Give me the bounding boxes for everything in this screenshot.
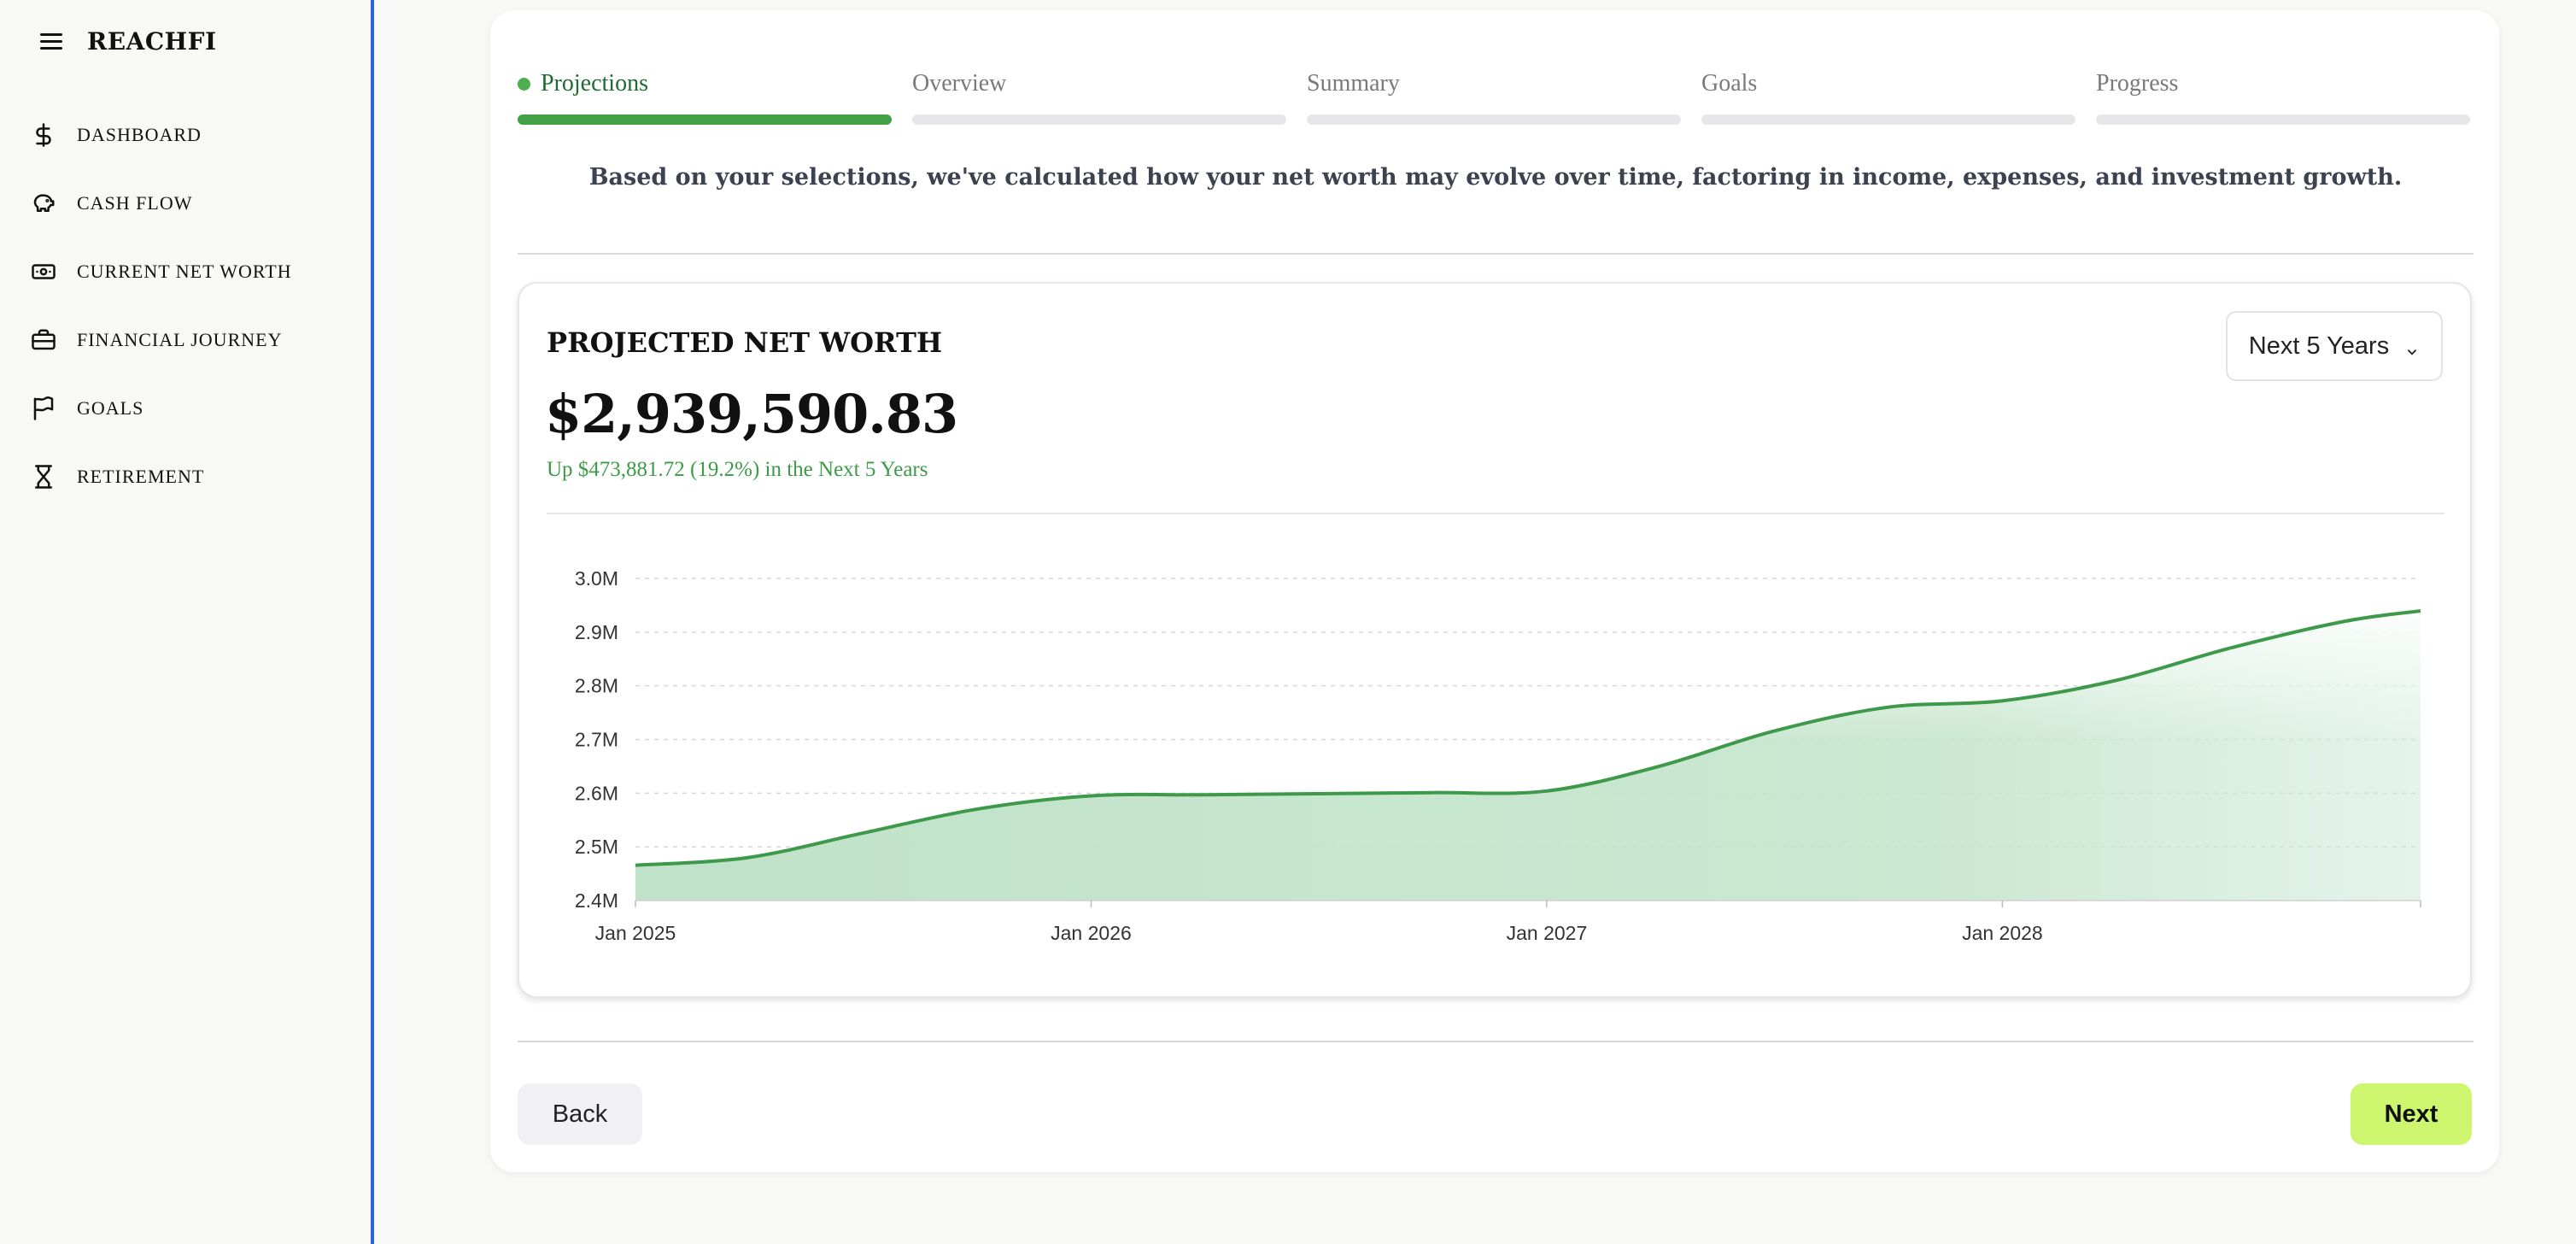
step-projections[interactable]: Projections <box>518 60 892 125</box>
back-button[interactable]: Back <box>518 1083 642 1145</box>
briefcase-icon <box>29 326 58 355</box>
net-worth-chart: 2.4M 2.5M 2.6M 2.7M 2.8M 2.9M 3.0M Jan 2025 Jan … <box>575 567 2421 944</box>
active-dot-icon <box>518 77 530 91</box>
x-tick-label: Jan 2026 <box>1051 922 1132 944</box>
area-fade <box>635 610 2421 901</box>
sidebar-item-label: RETIREMENT <box>77 466 205 487</box>
step-label: Progress <box>2096 70 2179 97</box>
description-text: Based on your selections, we've calculat… <box>588 164 2403 191</box>
step-label: Goals <box>1701 70 1758 97</box>
brand: REACHFI <box>38 24 217 58</box>
step-goals[interactable]: Goals <box>1701 60 2075 125</box>
step-bar <box>518 114 892 125</box>
progress-steps: Projections Overview Summary Goals Progr… <box>518 60 2474 125</box>
divider <box>518 1041 2474 1042</box>
step-summary[interactable]: Summary <box>1307 60 1681 125</box>
y-tick-label: 2.5M <box>575 836 618 858</box>
y-tick-label: 2.7M <box>575 729 618 751</box>
main-card: Projections Overview Summary Goals Progr… <box>490 10 2499 1172</box>
y-tick-label: 2.6M <box>575 782 618 804</box>
piggy-bank-icon <box>29 189 58 218</box>
projected-value: $2,939,590.83 <box>545 383 958 445</box>
dollar-icon <box>29 120 58 150</box>
sidebar-item-goals[interactable]: GOALS <box>29 374 354 443</box>
next-button[interactable]: Next <box>2351 1083 2472 1145</box>
projection-change: Up $473,881.72 (19.2%) in the Next 5 Yea… <box>547 458 928 481</box>
y-tick-label: 2.8M <box>575 675 618 697</box>
sidebar-item-label: CASH FLOW <box>77 192 193 214</box>
sidebar-item-cash-flow[interactable]: CASH FLOW <box>29 169 354 238</box>
sidebar-item-retirement[interactable]: RETIREMENT <box>29 443 354 511</box>
sidebar-item-label: CURRENT NET WORTH <box>77 261 292 282</box>
divider <box>518 253 2474 255</box>
projection-title: PROJECTED NET WORTH <box>547 326 943 359</box>
step-label: Summary <box>1307 70 1400 97</box>
sidebar: REACHFI DASHBOARD CASH FLOW CURRENT NET … <box>0 0 374 1244</box>
step-overview[interactable]: Overview <box>912 60 1286 125</box>
x-tick-label: Jan 2028 <box>1962 922 2043 944</box>
sidebar-nav: DASHBOARD CASH FLOW CURRENT NET WORTH FI… <box>29 101 354 511</box>
time-range-value: Next 5 Years <box>2248 332 2390 360</box>
step-label: Projections <box>541 70 648 97</box>
chart-divider <box>547 513 2444 514</box>
sidebar-item-label: GOALS <box>77 397 144 419</box>
sidebar-item-label: FINANCIAL JOURNEY <box>77 329 283 350</box>
x-tick-label: Jan 2027 <box>1507 922 1588 944</box>
step-bar <box>2096 114 2470 125</box>
x-tick-label: Jan 2025 <box>595 922 676 944</box>
time-range-select[interactable]: Next 5 Years <box>2226 311 2443 381</box>
sidebar-item-label: DASHBOARD <box>77 124 202 145</box>
sidebar-item-current-net-worth[interactable]: CURRENT NET WORTH <box>29 238 354 306</box>
hourglass-icon <box>29 462 58 491</box>
step-bar <box>1307 114 1681 125</box>
step-bar <box>912 114 1286 125</box>
step-progress[interactable]: Progress <box>2096 60 2470 125</box>
banknote-icon <box>29 257 58 286</box>
y-tick-label: 2.9M <box>575 621 618 643</box>
step-bar <box>1701 114 2075 125</box>
projection-card: PROJECTED NET WORTH $2,939,590.83 Up $47… <box>518 282 2472 998</box>
flag-icon <box>29 394 58 423</box>
step-label: Overview <box>912 70 1007 97</box>
y-tick-label: 3.0M <box>575 567 618 590</box>
menu-icon[interactable] <box>38 31 67 51</box>
app: REACHFI DASHBOARD CASH FLOW CURRENT NET … <box>0 0 2576 1244</box>
chevron-down-icon <box>2404 338 2420 355</box>
sidebar-item-dashboard[interactable]: DASHBOARD <box>29 101 354 169</box>
sidebar-item-financial-journey[interactable]: FINANCIAL JOURNEY <box>29 306 354 374</box>
y-tick-label: 2.4M <box>575 889 618 912</box>
brand-name: REACHFI <box>87 26 217 56</box>
